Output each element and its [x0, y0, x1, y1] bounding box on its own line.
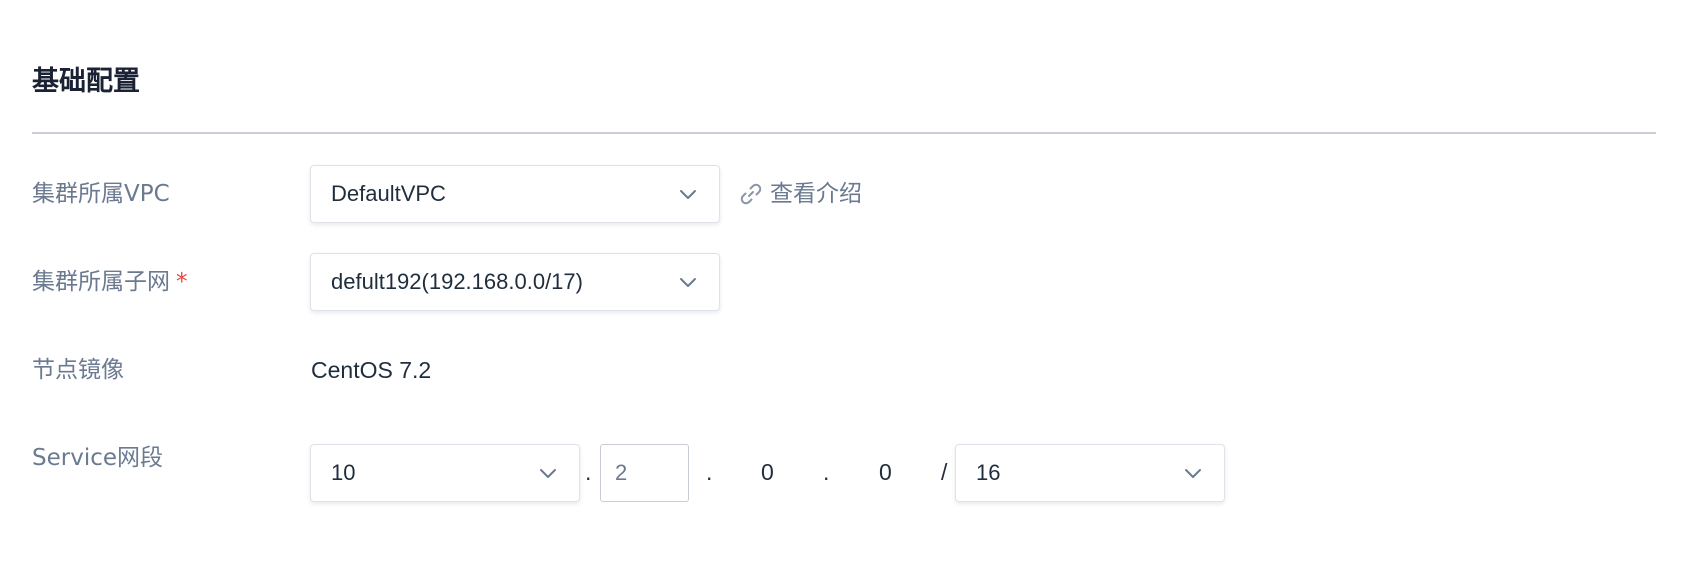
chevron-down-icon	[540, 469, 556, 478]
service-third-octet: 0	[761, 459, 774, 485]
octet-separator-dot: .	[585, 459, 592, 485]
section-divider	[32, 132, 1656, 134]
vpc-label: 集群所属VPC	[32, 181, 170, 207]
service-fourth-octet: 0	[879, 459, 892, 485]
view-intro-link[interactable]: 查看介绍	[738, 178, 862, 210]
chevron-down-icon	[680, 278, 696, 287]
service-second-octet-input[interactable]	[600, 444, 689, 502]
view-intro-link-text: 查看介绍	[770, 181, 862, 207]
chevron-down-icon	[680, 190, 696, 199]
service-first-octet-value: 10	[331, 460, 356, 485]
subnet-select[interactable]: defult192(192.168.0.0/17)	[310, 253, 720, 311]
node-image-label: 节点镜像	[32, 357, 124, 383]
required-mark: *	[176, 269, 188, 295]
service-first-octet-select[interactable]: 10	[310, 444, 580, 502]
mask-separator-slash: /	[941, 459, 948, 485]
link-icon	[740, 183, 762, 205]
subnet-label: 集群所属子网 *	[32, 266, 188, 298]
octet-separator-dot: .	[706, 459, 713, 485]
octet-separator-dot: .	[823, 459, 830, 485]
service-cidr-label: Service网段	[32, 445, 164, 471]
service-mask-value: 16	[976, 460, 1001, 485]
subnet-select-value: defult192(192.168.0.0/17)	[331, 269, 583, 294]
subnet-label-text: 集群所属子网	[32, 269, 170, 295]
node-image-value: CentOS 7.2	[311, 357, 432, 383]
vpc-select[interactable]: DefaultVPC	[310, 165, 720, 223]
chevron-down-icon	[1185, 469, 1201, 478]
service-mask-select[interactable]: 16	[955, 444, 1225, 502]
section-title: 基础配置	[32, 66, 140, 97]
vpc-select-value: DefaultVPC	[331, 181, 446, 206]
